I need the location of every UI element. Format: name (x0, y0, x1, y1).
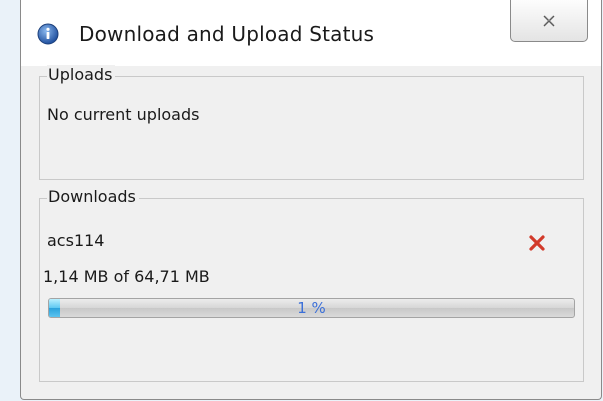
download-name: acs114 (47, 231, 105, 250)
download-size-text: 1,14 MB of 64,71 MB (43, 267, 210, 286)
cancel-download-icon[interactable] (528, 234, 546, 252)
progress-label: 1 % (297, 299, 326, 317)
download-progress-bar: 1 % (48, 298, 575, 318)
close-button[interactable] (510, 0, 588, 42)
close-icon (543, 15, 555, 26)
downloads-group: Downloads acs114 1,14 MB of 64,71 MB 1 % (39, 187, 584, 382)
uploads-status-text: No current uploads (47, 105, 200, 124)
uploads-legend: Uploads (47, 65, 116, 84)
status-dialog: Download and Upload Status Uploads No cu… (20, 0, 602, 400)
uploads-group: Uploads No current uploads (39, 65, 584, 180)
window-title: Download and Upload Status (79, 22, 375, 46)
app-info-icon (37, 23, 59, 45)
title-bar[interactable]: Download and Upload Status (21, 0, 601, 66)
downloads-legend: Downloads (47, 187, 139, 206)
